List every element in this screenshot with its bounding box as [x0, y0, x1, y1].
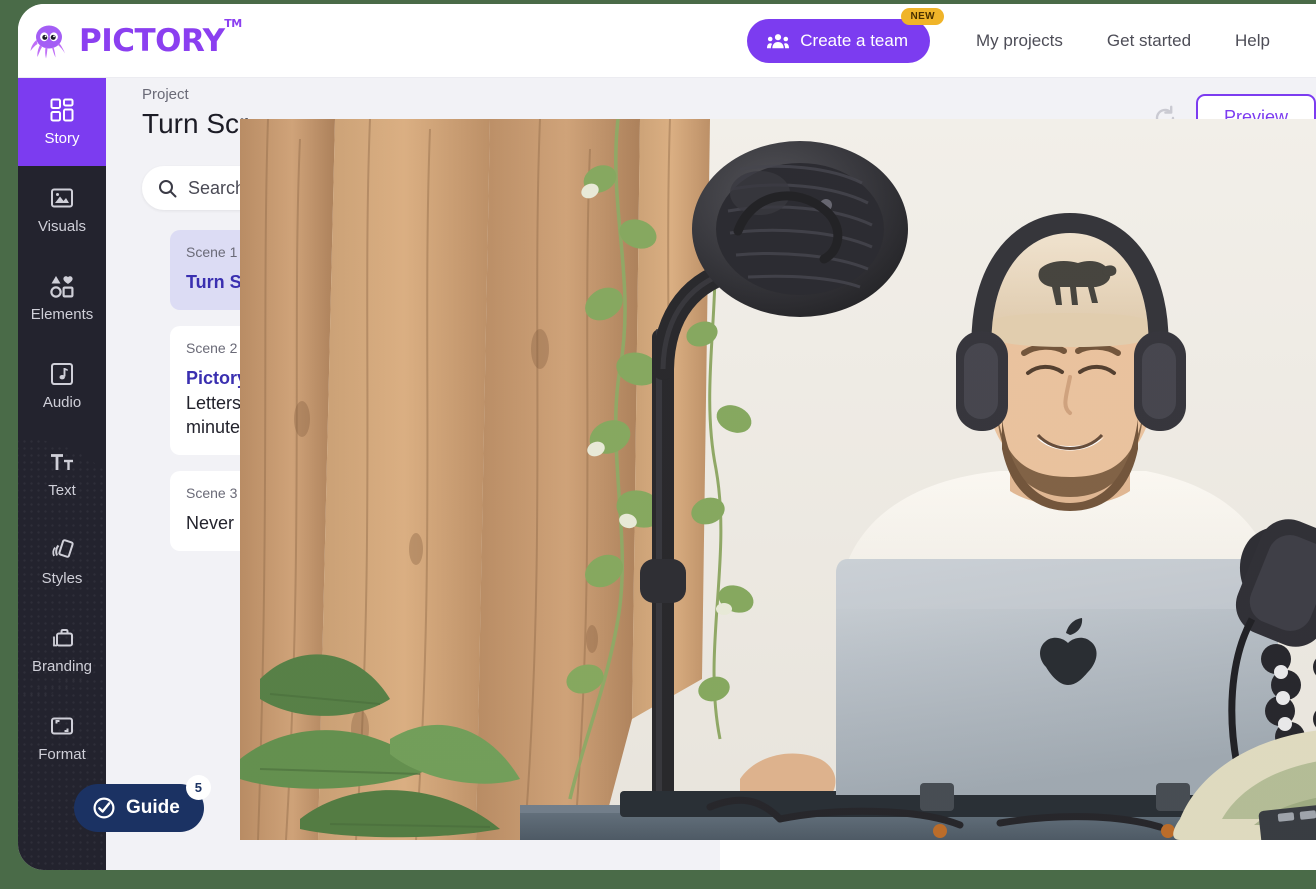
- sidebar-label-elements: Elements: [30, 306, 94, 323]
- text-size-icon: [51, 454, 73, 470]
- new-badge: NEW: [901, 7, 944, 25]
- app-window: PICTORY TM Create a team NEW My projects…: [18, 4, 1316, 870]
- create-a-team-button[interactable]: Create a team NEW: [747, 7, 944, 63]
- sidebar-label-format: Format: [38, 746, 86, 763]
- sidebar-label-text: Text: [48, 482, 76, 499]
- sidebar-item-story[interactable]: Story: [18, 78, 106, 166]
- sidebar-label-styles: Styles: [41, 570, 83, 587]
- page-title: Turn Scr: [142, 108, 249, 139]
- guide-label: Guide: [126, 797, 180, 818]
- nav-help[interactable]: Help: [1213, 31, 1292, 51]
- cards-stack-icon: [52, 539, 74, 558]
- sidebar-label-visuals: Visuals: [37, 218, 87, 235]
- people-group-icon: [767, 33, 790, 48]
- pictory-logo[interactable]: PICTORY TM: [28, 17, 242, 62]
- logo-wordmark: PICTORY TM: [79, 17, 242, 59]
- sidebar-item-text[interactable]: Text: [18, 430, 106, 518]
- scene-text-plain: Never: [186, 513, 240, 534]
- timeline-strip: [720, 840, 1316, 870]
- sidebar-item-elements[interactable]: Elements: [18, 254, 106, 342]
- sidebar-item-styles[interactable]: Styles: [18, 518, 106, 606]
- sidebar-item-branding[interactable]: Branding: [18, 606, 106, 694]
- octopus-icon: [30, 25, 65, 58]
- trademark-symbol: TM: [224, 16, 242, 30]
- top-nav-links: Create a team NEW My projects Get starte…: [747, 7, 1316, 63]
- music-note-icon: [51, 363, 73, 385]
- check-circle-icon: [93, 797, 115, 819]
- briefcase-icon: [53, 629, 73, 647]
- aspect-ratio-icon: [51, 717, 73, 735]
- left-sidebar: Story Visuals Elements Audio Text Styles…: [18, 78, 106, 870]
- podcast-recording-photo: [240, 119, 1316, 840]
- project-label: Project: [142, 86, 189, 103]
- sidebar-item-format[interactable]: Format: [18, 694, 106, 782]
- create-team-label: Create a team: [800, 30, 908, 50]
- nav-my-projects[interactable]: My projects: [954, 31, 1085, 51]
- top-navigation-bar: PICTORY TM Create a team NEW My projects…: [18, 4, 1316, 78]
- image-icon: [51, 188, 73, 208]
- sidebar-label-branding: Branding: [31, 658, 93, 675]
- sidebar-item-visuals[interactable]: Visuals: [18, 166, 106, 254]
- logo-text: PICTORY: [79, 22, 225, 59]
- guide-button[interactable]: Guide 5: [74, 775, 211, 832]
- search-icon: [159, 179, 177, 197]
- sidebar-label-audio: Audio: [42, 394, 82, 411]
- grid-squares-icon: [50, 98, 74, 122]
- guide-count-badge: 5: [185, 775, 211, 800]
- shapes-icon: [50, 276, 74, 298]
- nav-get-started[interactable]: Get started: [1085, 31, 1213, 51]
- sidebar-item-audio[interactable]: Audio: [18, 342, 106, 430]
- sidebar-label-story: Story: [44, 130, 80, 147]
- media-preview-overlay[interactable]: [240, 119, 1316, 840]
